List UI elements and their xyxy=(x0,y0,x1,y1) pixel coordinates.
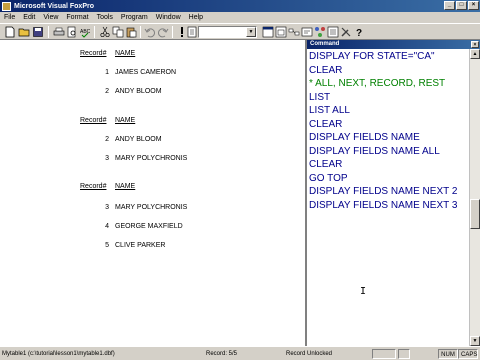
copy-icon[interactable] xyxy=(112,26,124,38)
status-bar: Mytable1 (c:\tutorial\lesson1\mytable1.d… xyxy=(0,346,480,360)
command-line[interactable]: DISPLAY FIELDS NAME NEXT 3 xyxy=(309,200,457,211)
svg-text:?: ? xyxy=(356,28,362,38)
output-area: Record# NAME 1 JAMES CAMERON 2 ANDY BLOO… xyxy=(0,40,305,346)
database-combo[interactable]: ▼ xyxy=(198,26,257,38)
menu-bar: File Edit View Format Tools Program Wind… xyxy=(0,12,480,23)
tools-icon[interactable] xyxy=(340,26,352,38)
record-name: ANDY BLOOM xyxy=(115,136,162,143)
record-number: 5 xyxy=(105,242,109,249)
status-box-empty xyxy=(398,349,410,359)
view-window-icon[interactable] xyxy=(275,26,287,38)
status-lock: Record Unlocked xyxy=(286,351,333,357)
command-line[interactable]: CLEAR xyxy=(309,159,342,170)
command-window-title-text: Command xyxy=(310,41,340,47)
record-number: 3 xyxy=(105,204,109,211)
chevron-down-icon[interactable]: ▼ xyxy=(246,27,256,37)
ibeam-cursor-icon: I xyxy=(360,286,367,297)
record-header: Record# xyxy=(80,50,107,57)
cut-icon[interactable] xyxy=(99,26,111,38)
status-caps: CAPS xyxy=(458,349,478,359)
command-window-title: Command × xyxy=(307,40,480,49)
record-name: MARY POLYCHRONIS xyxy=(115,204,188,211)
scroll-thumb[interactable] xyxy=(470,199,480,229)
print-icon[interactable] xyxy=(53,26,65,38)
record-name: CLIVE PARKER xyxy=(115,242,166,249)
paste-icon[interactable] xyxy=(125,26,137,38)
save-disk-icon[interactable] xyxy=(32,26,44,38)
menu-file[interactable]: File xyxy=(0,14,19,21)
vertical-scrollbar[interactable]: ▲ ▼ xyxy=(469,49,480,346)
spelling-icon[interactable]: ABC xyxy=(79,26,91,38)
name-header: NAME xyxy=(115,50,136,57)
command-line[interactable]: LIST ALL xyxy=(309,105,350,116)
command-line[interactable]: GO TOP xyxy=(309,173,348,184)
menu-edit[interactable]: Edit xyxy=(19,14,39,21)
command-line[interactable]: DISPLAY FIELDS NAME ALL xyxy=(309,146,440,157)
status-box-empty xyxy=(372,349,396,359)
properties-icon[interactable] xyxy=(327,26,339,38)
menu-view[interactable]: View xyxy=(39,14,62,21)
command-line[interactable]: CLEAR xyxy=(309,119,342,130)
menu-window[interactable]: Window xyxy=(152,14,185,21)
name-header: NAME xyxy=(115,117,136,124)
record-name: ANDY BLOOM xyxy=(115,88,162,95)
svg-text:ABC: ABC xyxy=(80,29,91,35)
status-table-path: Mytable1 (c:\tutorial\lesson1\mytable1.d… xyxy=(2,351,115,357)
close-button[interactable]: × xyxy=(468,1,479,10)
modify-form-icon[interactable] xyxy=(186,26,198,38)
new-file-icon[interactable] xyxy=(4,26,16,38)
command-line[interactable]: LIST xyxy=(309,92,330,103)
menu-tools[interactable]: Tools xyxy=(93,14,117,21)
status-num: NUM xyxy=(438,349,458,359)
menu-help[interactable]: Help xyxy=(185,14,207,21)
code-window-icon[interactable] xyxy=(301,26,313,38)
help-icon[interactable]: ? xyxy=(353,26,365,38)
command-window-icon[interactable] xyxy=(262,26,274,38)
record-header: Record# xyxy=(80,183,107,190)
undo-icon[interactable] xyxy=(144,26,156,38)
scroll-up-icon[interactable]: ▲ xyxy=(470,49,480,59)
print-preview-icon[interactable] xyxy=(66,26,78,38)
record-number: 1 xyxy=(105,69,109,76)
title-bar: Microsoft Visual FoxPro _ □ × xyxy=(0,0,480,12)
standard-toolbar: ABC ▼ ? xyxy=(0,23,480,40)
open-folder-icon[interactable] xyxy=(18,26,30,38)
record-name: MARY POLYCHRONIS xyxy=(115,155,188,162)
record-name: JAMES CAMERON xyxy=(115,69,177,76)
redo-icon[interactable] xyxy=(157,26,169,38)
record-number: 2 xyxy=(105,136,109,143)
command-line[interactable]: DISPLAY FIELDS NAME NEXT 2 xyxy=(309,186,457,197)
minimize-button[interactable]: _ xyxy=(444,1,455,10)
command-window[interactable]: Command × DISPLAY FOR STATE="CA" CLEAR *… xyxy=(305,40,480,346)
record-number: 4 xyxy=(105,223,109,230)
command-line[interactable]: DISPLAY FOR STATE="CA" xyxy=(309,51,435,62)
window-title: Microsoft Visual FoxPro xyxy=(14,2,94,10)
close-icon[interactable]: × xyxy=(471,41,479,48)
record-number: 3 xyxy=(105,155,109,162)
record-number: 2 xyxy=(105,88,109,95)
command-line[interactable]: CLEAR xyxy=(309,65,342,76)
status-record: Record: 5/5 xyxy=(206,351,238,357)
menu-program[interactable]: Program xyxy=(117,14,152,21)
maximize-button[interactable]: □ xyxy=(456,1,467,10)
name-header: NAME xyxy=(115,183,136,190)
scroll-down-icon[interactable]: ▼ xyxy=(470,336,480,346)
command-line[interactable]: DISPLAY FIELDS NAME xyxy=(309,132,420,143)
record-name: GEORGE MAXFIELD xyxy=(115,223,183,230)
database-designer-icon[interactable] xyxy=(288,26,300,38)
menu-format[interactable]: Format xyxy=(62,14,92,21)
command-comment-line[interactable]: * ALL, NEXT, RECORD, REST xyxy=(309,78,445,89)
foxpro-app-icon[interactable] xyxy=(2,1,11,11)
class-browser-icon[interactable] xyxy=(314,26,326,38)
record-header: Record# xyxy=(80,117,107,124)
